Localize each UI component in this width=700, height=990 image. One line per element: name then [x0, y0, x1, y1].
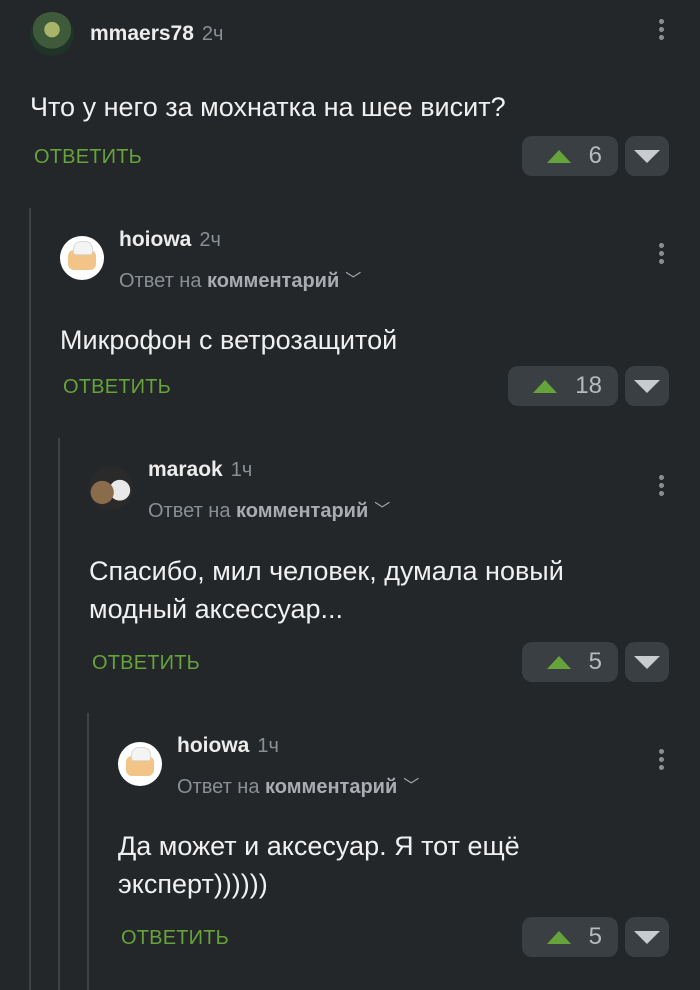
avatar[interactable]	[30, 12, 74, 56]
avatar[interactable]	[118, 742, 162, 786]
avatar[interactable]	[89, 466, 133, 510]
vote-count: 6	[588, 142, 602, 169]
more-menu-icon[interactable]	[657, 472, 665, 499]
comment-text: Спасибо, мил человек, думала новый модны…	[89, 552, 564, 628]
chevron-down-icon: ﹀	[374, 502, 391, 519]
comment-author[interactable]: hoiowa 1ч	[177, 734, 279, 758]
vote-count: 5	[588, 648, 602, 675]
more-menu-icon[interactable]	[657, 16, 665, 43]
downvote-button[interactable]	[625, 917, 669, 957]
avatar[interactable]	[60, 236, 104, 280]
reply-to-target[interactable]: комментарий	[207, 270, 339, 292]
downvote-icon	[634, 655, 660, 669]
reply-to-link[interactable]: Ответ на комментарий ﹀	[177, 774, 419, 799]
downvote-icon	[634, 379, 660, 393]
reply-to-target[interactable]: комментарий	[236, 500, 368, 522]
upvote-button[interactable]: 6	[522, 136, 618, 176]
reply-to-target[interactable]: комментарий	[265, 776, 397, 798]
more-menu-icon[interactable]	[657, 746, 665, 773]
downvote-icon	[634, 149, 660, 163]
upvote-button[interactable]: 18	[508, 366, 618, 406]
thread-line	[58, 438, 60, 990]
author-name[interactable]: maraok	[148, 458, 223, 481]
upvote-icon	[546, 930, 571, 944]
upvote-icon	[546, 655, 571, 669]
downvote-button[interactable]	[625, 366, 669, 406]
comment-text-line: Да может и аксесуар. Я тот ещё	[118, 831, 520, 861]
comment-text: Что у него за мохнатка на шее висит?	[30, 92, 506, 122]
more-menu-icon[interactable]	[657, 240, 665, 267]
reply-to-link[interactable]: Ответ на комментарий ﹀	[119, 268, 361, 293]
reply-button[interactable]: ОТВЕТИТЬ	[63, 376, 171, 399]
thread-line	[29, 208, 31, 990]
thread-line	[87, 713, 89, 990]
reply-to-link[interactable]: Ответ на комментарий ﹀	[148, 498, 390, 523]
downvote-button[interactable]	[625, 136, 669, 176]
comment-author[interactable]: maraok 1ч	[148, 458, 252, 482]
comment-time: 2ч	[199, 229, 221, 251]
chevron-down-icon: ﹀	[345, 272, 362, 289]
comment-time: 2ч	[201, 23, 224, 45]
comment-text: Микрофон с ветрозащитой	[60, 325, 398, 355]
comment-author[interactable]: hoiowa 2ч	[119, 228, 221, 252]
upvote-icon	[546, 149, 571, 163]
comment-text-line: модный аксессуар...	[89, 594, 344, 624]
comment-text-line: эксперт))))))	[118, 869, 268, 899]
author-name[interactable]: hoiowa	[177, 734, 249, 757]
comment-text: Да может и аксесуар. Я тот ещё эксперт))…	[118, 827, 520, 903]
reply-to-prefix: Ответ на	[177, 776, 260, 798]
downvote-button[interactable]	[625, 642, 669, 682]
vote-count: 5	[588, 923, 602, 950]
reply-button[interactable]: ОТВЕТИТЬ	[92, 652, 200, 675]
vote-count: 18	[575, 372, 602, 399]
comment-time: 1ч	[257, 735, 279, 757]
upvote-button[interactable]: 5	[522, 642, 618, 682]
author-name[interactable]: hoiowa	[119, 228, 191, 251]
comment-author[interactable]: mmaers78 2ч	[90, 22, 223, 46]
reply-button[interactable]: ОТВЕТИТЬ	[34, 146, 142, 169]
reply-to-prefix: Ответ на	[119, 270, 202, 292]
comment-text-line: Спасибо, мил человек, думала новый	[89, 556, 564, 586]
chevron-down-icon: ﹀	[403, 778, 420, 795]
reply-to-prefix: Ответ на	[148, 500, 231, 522]
comment-time: 1ч	[230, 459, 253, 481]
reply-button[interactable]: ОТВЕТИТЬ	[121, 927, 229, 950]
author-name[interactable]: mmaers78	[90, 22, 194, 45]
downvote-icon	[634, 930, 660, 944]
upvote-button[interactable]: 5	[522, 917, 618, 957]
upvote-icon	[533, 379, 558, 393]
